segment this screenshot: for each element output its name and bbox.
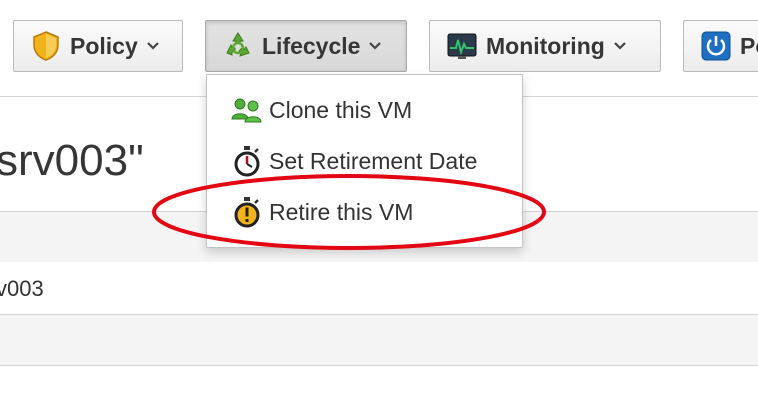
stopwatch-icon <box>229 143 265 179</box>
screen: Policy Lifecycle Monitoring P srv003" v0… <box>0 0 758 412</box>
lifecycle-button[interactable]: Lifecycle <box>205 20 407 72</box>
table-row <box>0 315 758 366</box>
chevron-down-icon <box>368 41 382 51</box>
menu-item-clone-vm[interactable]: Clone this VM <box>207 85 522 135</box>
monitor-chart-icon <box>446 30 478 62</box>
policy-label: Policy <box>70 32 138 59</box>
chevron-down-icon <box>146 41 160 51</box>
table-cell-name: v003 <box>0 276 44 301</box>
lifecycle-dropdown-menu: Clone this VM Set Retirement Date Retire… <box>206 74 523 248</box>
power-label: Po <box>740 32 758 59</box>
shield-icon <box>30 30 62 62</box>
menu-item-retire-vm[interactable]: Retire this VM <box>207 187 522 237</box>
monitoring-label: Monitoring <box>486 32 605 59</box>
chevron-down-icon <box>613 41 627 51</box>
menu-item-label: Set Retirement Date <box>269 147 478 174</box>
recycle-icon <box>222 30 254 62</box>
menu-item-label: Clone this VM <box>269 96 413 123</box>
page-title: srv003" <box>0 136 144 185</box>
power-icon <box>700 30 732 62</box>
policy-button[interactable]: Policy <box>13 20 183 72</box>
monitoring-button[interactable]: Monitoring <box>429 20 661 72</box>
power-button[interactable]: Po <box>683 20 758 72</box>
stopwatch-warning-icon <box>229 194 265 230</box>
menu-item-label: Retire this VM <box>269 198 414 225</box>
lifecycle-label: Lifecycle <box>262 32 361 59</box>
table-row: v003 <box>0 262 758 315</box>
clone-users-icon <box>229 92 265 128</box>
menu-item-set-retirement-date[interactable]: Set Retirement Date <box>207 136 522 186</box>
